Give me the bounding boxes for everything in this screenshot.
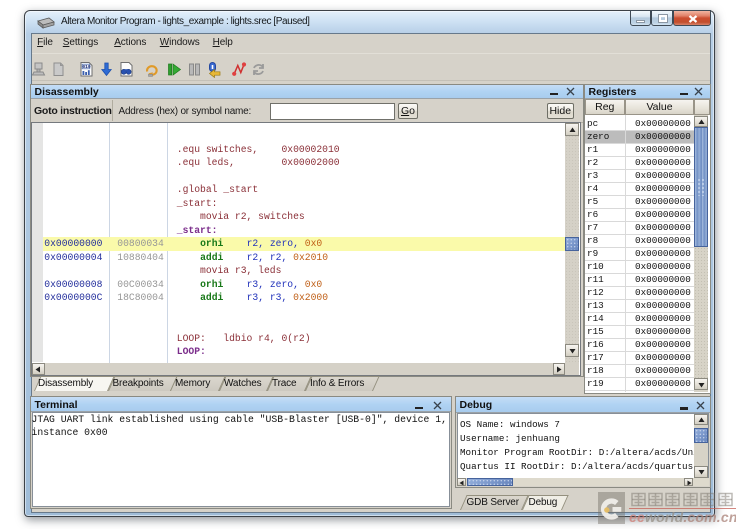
svg-text:010: 010 — [82, 64, 91, 70]
